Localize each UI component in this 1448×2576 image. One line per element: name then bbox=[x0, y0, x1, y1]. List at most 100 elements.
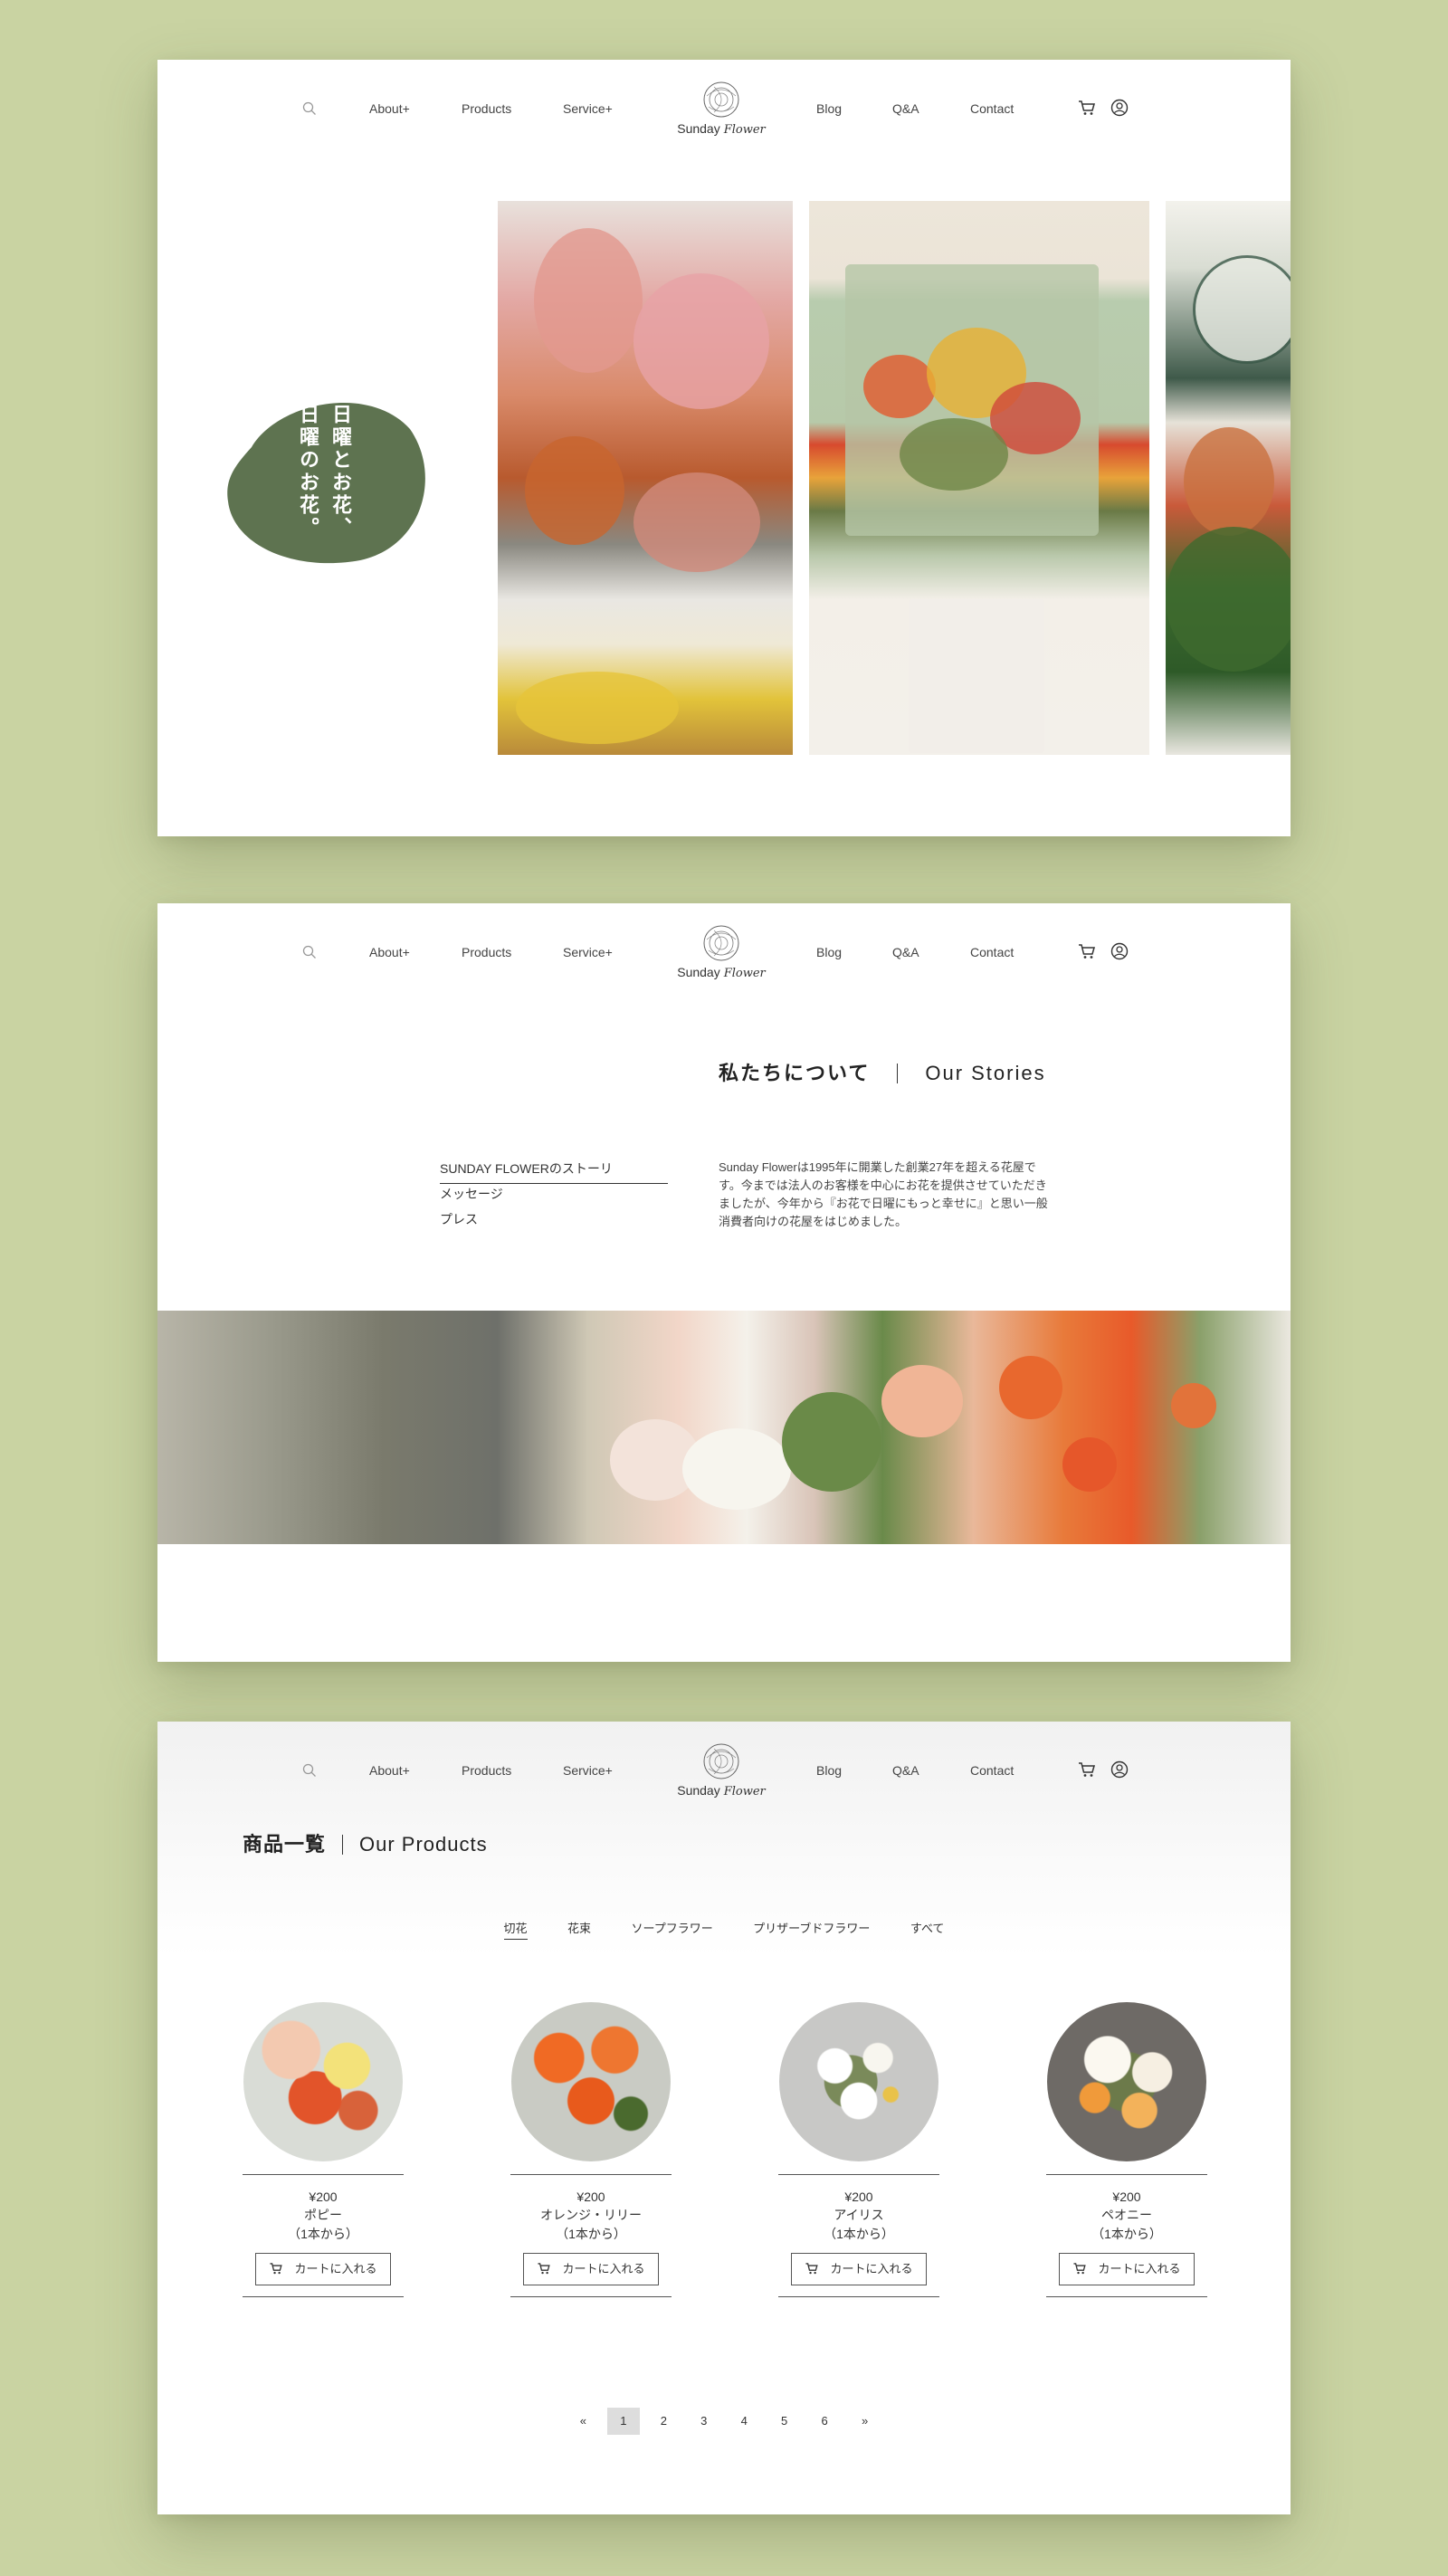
logo-word: Sunday bbox=[677, 121, 720, 136]
card-divider bbox=[243, 2174, 404, 2175]
user-icon[interactable] bbox=[1110, 1760, 1129, 1779]
cart-icon bbox=[538, 2263, 551, 2275]
side-menu-message[interactable]: メッセージ bbox=[440, 1184, 668, 1209]
logo-flower-icon bbox=[703, 81, 739, 118]
page-title-ja: 商品一覧 bbox=[243, 1833, 327, 1856]
product-card: ¥200 ペオニー （1本から） カートに入れる bbox=[1046, 2002, 1207, 2297]
side-menu-press[interactable]: プレス bbox=[440, 1209, 668, 1235]
product-image-peony[interactable] bbox=[1047, 2002, 1206, 2161]
logo-flower-icon bbox=[703, 925, 739, 961]
add-to-cart-label: カートに入れる bbox=[562, 2262, 645, 2275]
pagination: « 1 2 3 4 5 6 » bbox=[157, 2408, 1291, 2435]
logo[interactable]: Sunday Flower bbox=[662, 80, 780, 143]
header-nav: About+ Products Service+ Sunday Flower Bl… bbox=[157, 60, 1291, 159]
product-unit: （1本から） bbox=[1091, 2227, 1162, 2241]
nav-products[interactable]: Products bbox=[462, 1763, 511, 1778]
cart-icon bbox=[805, 2263, 819, 2275]
logo-script: Flower bbox=[723, 1785, 766, 1798]
page-title: 私たちについて Our Stories bbox=[719, 1057, 1046, 1086]
nav-service[interactable]: Service+ bbox=[563, 945, 613, 959]
product-price: ¥200 bbox=[309, 2190, 338, 2204]
logo-word: Sunday bbox=[677, 1783, 720, 1798]
pagination-page-4[interactable]: 4 bbox=[728, 2408, 760, 2435]
flower-banner-image bbox=[157, 1311, 1291, 1544]
card-divider bbox=[243, 2296, 404, 2297]
header-nav: About+ Products Service+ Sunday Flower Bl… bbox=[157, 1722, 1291, 1821]
hero-page: About+ Products Service+ Sunday Flower Bl… bbox=[157, 60, 1291, 836]
product-image-iris[interactable] bbox=[779, 2002, 938, 2161]
add-to-cart-button[interactable]: カートに入れる bbox=[523, 2253, 659, 2285]
tab-preserved-flower[interactable]: プリザーブドフラワー bbox=[753, 1919, 870, 1939]
add-to-cart-button[interactable]: カートに入れる bbox=[791, 2253, 927, 2285]
product-image-orange-lily[interactable] bbox=[511, 2002, 671, 2161]
nav-blog[interactable]: Blog bbox=[816, 1763, 842, 1778]
nav-service[interactable]: Service+ bbox=[563, 1763, 613, 1778]
nav-about[interactable]: About+ bbox=[369, 101, 410, 116]
product-unit: （1本から） bbox=[556, 2227, 626, 2241]
logo[interactable]: Sunday Flower bbox=[662, 1741, 780, 1805]
nav-about[interactable]: About+ bbox=[369, 1763, 410, 1778]
search-icon[interactable] bbox=[302, 945, 317, 959]
side-menu-story[interactable]: SUNDAY FLOWERのストーリ bbox=[440, 1159, 668, 1184]
pagination-next[interactable]: » bbox=[849, 2408, 881, 2435]
category-tabs: 切花 花束 ソープフラワー プリザーブドフラワー すべて bbox=[157, 1919, 1291, 1940]
nav-blog[interactable]: Blog bbox=[816, 945, 842, 959]
nav-qa[interactable]: Q&A bbox=[892, 945, 919, 959]
products-page: About+ Products Service+ Sunday Flower Bl… bbox=[157, 1722, 1291, 2514]
search-icon[interactable] bbox=[302, 101, 317, 116]
pagination-page-2[interactable]: 2 bbox=[647, 2408, 680, 2435]
logo-word: Sunday bbox=[677, 965, 720, 979]
nav-blog[interactable]: Blog bbox=[816, 101, 842, 116]
logo[interactable]: Sunday Flower bbox=[662, 923, 780, 987]
nav-products[interactable]: Products bbox=[462, 101, 511, 116]
pagination-page-5[interactable]: 5 bbox=[768, 2408, 801, 2435]
cart-icon bbox=[270, 2263, 283, 2275]
cart-icon bbox=[1073, 2263, 1087, 2275]
nav-about[interactable]: About+ bbox=[369, 945, 410, 959]
nav-products[interactable]: Products bbox=[462, 945, 511, 959]
product-unit: （1本から） bbox=[288, 2227, 358, 2241]
cart-icon[interactable] bbox=[1077, 1760, 1097, 1779]
pagination-page-6[interactable]: 6 bbox=[808, 2408, 841, 2435]
tab-bouquet[interactable]: 花束 bbox=[567, 1919, 591, 1939]
hero-image-bouquet bbox=[809, 201, 1149, 755]
pagination-page-3[interactable]: 3 bbox=[688, 2408, 720, 2435]
card-divider bbox=[778, 2174, 939, 2175]
pagination-page-1[interactable]: 1 bbox=[606, 2408, 640, 2435]
tab-all[interactable]: すべて bbox=[910, 1919, 945, 1939]
nav-contact[interactable]: Contact bbox=[970, 101, 1014, 116]
nav-contact[interactable]: Contact bbox=[970, 945, 1014, 959]
add-to-cart-button[interactable]: カートに入れる bbox=[1059, 2253, 1195, 2285]
user-icon[interactable] bbox=[1110, 98, 1129, 118]
product-card: ¥200 アイリス （1本から） カートに入れる bbox=[778, 2002, 939, 2297]
about-page: About+ Products Service+ Sunday Flower Bl… bbox=[157, 903, 1291, 1662]
add-to-cart-button[interactable]: カートに入れる bbox=[255, 2253, 391, 2285]
add-to-cart-label: カートに入れる bbox=[830, 2262, 913, 2275]
tab-soap-flower[interactable]: ソープフラワー bbox=[631, 1919, 712, 1939]
product-name[interactable]: オレンジ・リリー bbox=[510, 2206, 672, 2224]
product-name[interactable]: ポピー bbox=[243, 2206, 404, 2224]
add-to-cart-label: カートに入れる bbox=[1098, 2262, 1181, 2275]
product-name[interactable]: ペオニー bbox=[1046, 2206, 1207, 2224]
nav-service[interactable]: Service+ bbox=[563, 101, 613, 116]
page-title: 商品一覧 Our Products bbox=[243, 1828, 488, 1857]
hero-image-interior bbox=[1166, 201, 1291, 755]
user-icon[interactable] bbox=[1110, 941, 1129, 961]
search-icon[interactable] bbox=[302, 1763, 317, 1778]
card-divider bbox=[1046, 2296, 1207, 2297]
product-name[interactable]: アイリス bbox=[778, 2206, 939, 2224]
tab-cut-flowers[interactable]: 切花 bbox=[503, 1919, 528, 1940]
card-divider bbox=[510, 2174, 672, 2175]
product-price: ¥200 bbox=[844, 2190, 873, 2204]
title-divider bbox=[342, 1835, 344, 1855]
nav-qa[interactable]: Q&A bbox=[892, 101, 919, 116]
nav-contact[interactable]: Contact bbox=[970, 1763, 1014, 1778]
product-image-poppy[interactable] bbox=[243, 2002, 403, 2161]
card-divider bbox=[778, 2296, 939, 2297]
product-card: ¥200 ポピー （1本から） カートに入れる bbox=[243, 2002, 404, 2297]
pagination-prev[interactable]: « bbox=[567, 2408, 599, 2435]
cart-icon[interactable] bbox=[1077, 941, 1097, 961]
nav-qa[interactable]: Q&A bbox=[892, 1763, 919, 1778]
cart-icon[interactable] bbox=[1077, 98, 1097, 118]
card-divider bbox=[1046, 2174, 1207, 2175]
